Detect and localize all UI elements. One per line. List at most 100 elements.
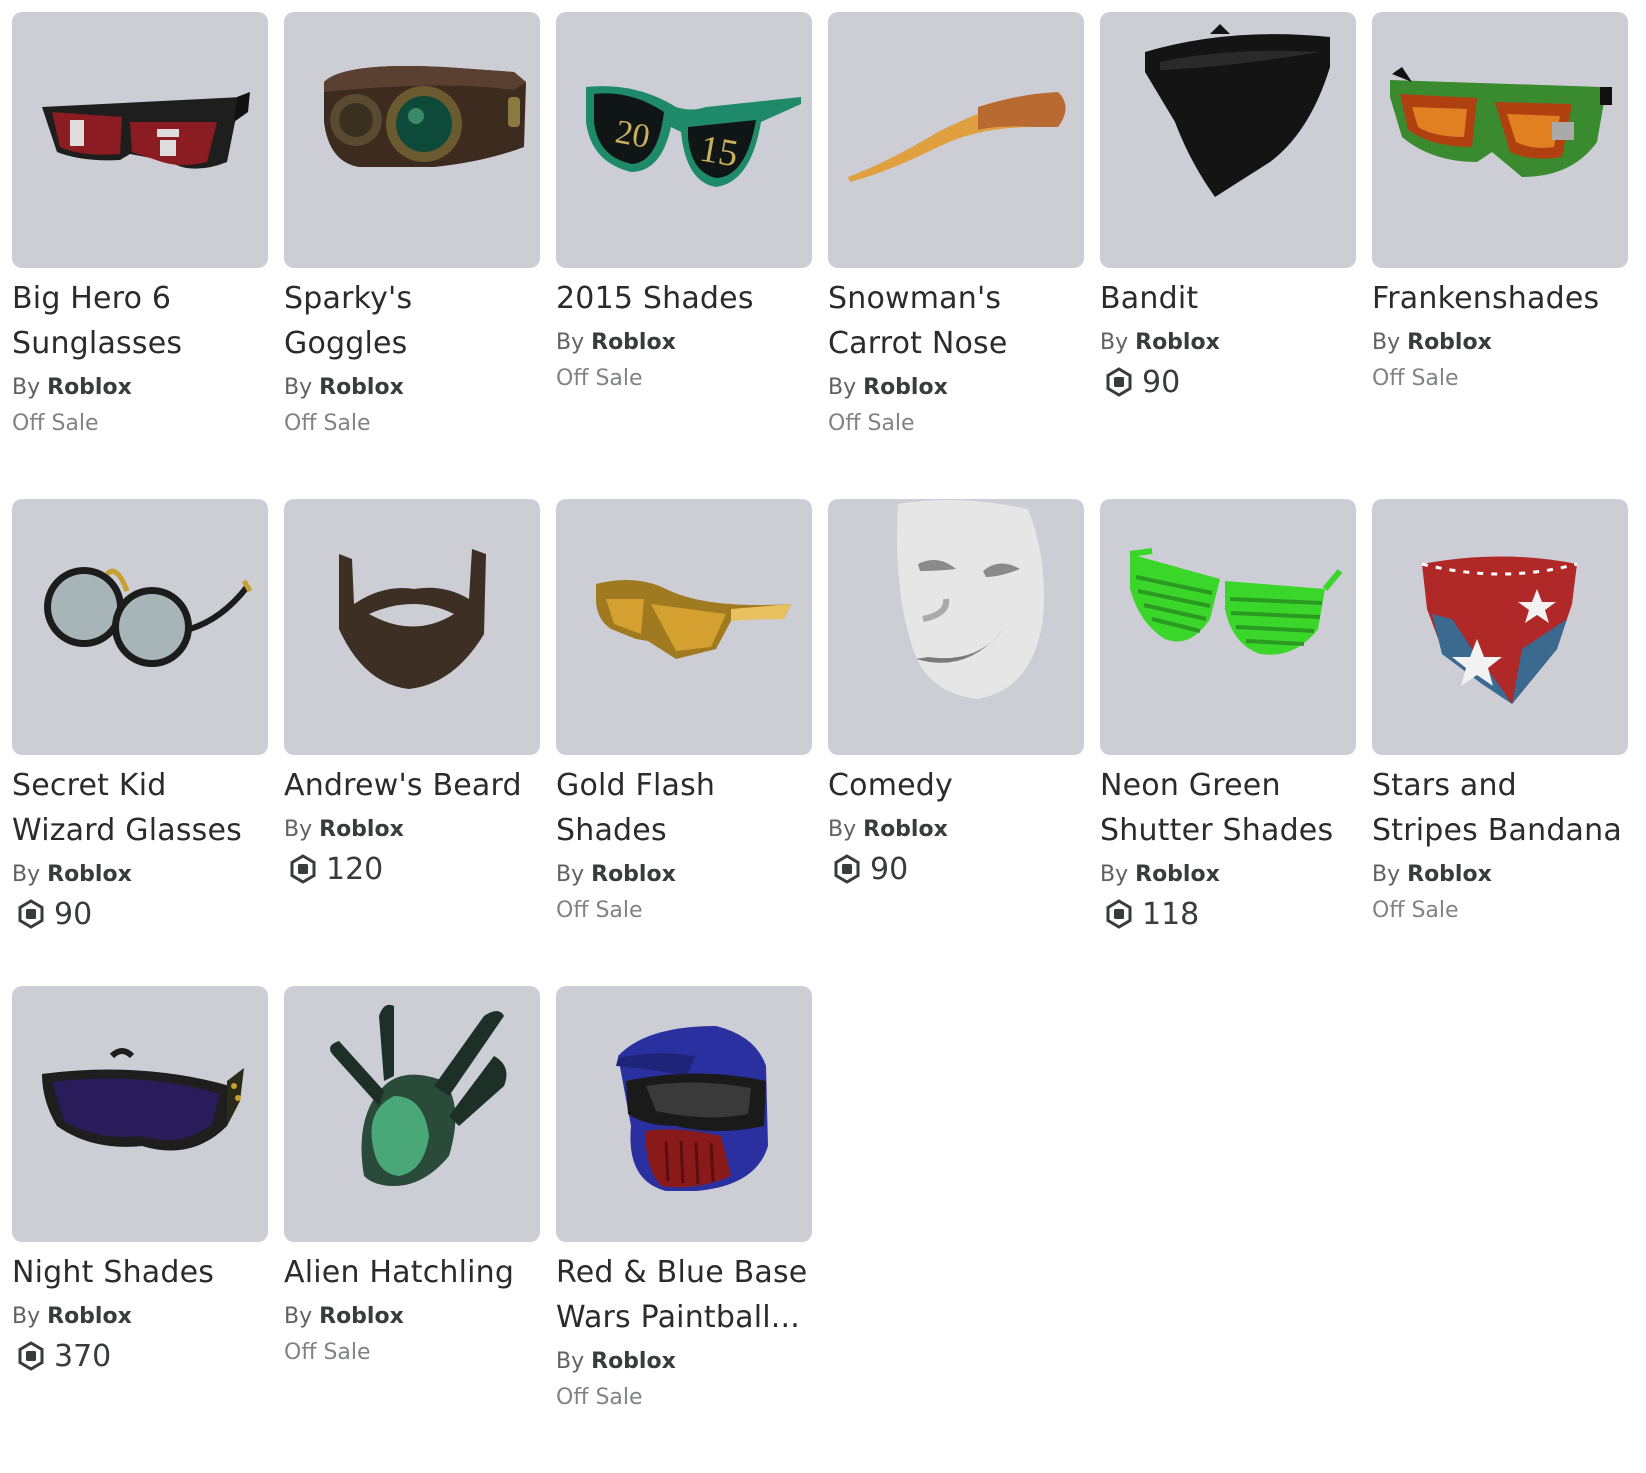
by-label: By: [1372, 862, 1401, 887]
item-name[interactable]: Sparky's Goggles: [284, 276, 540, 366]
item-creator: By Roblox: [12, 366, 268, 410]
creator-link[interactable]: Roblox: [47, 1304, 132, 1329]
item-card[interactable]: Stars and Stripes Bandana By Roblox Off …: [1372, 499, 1628, 986]
creator-link[interactable]: Roblox: [591, 862, 676, 887]
robux-icon: [18, 899, 44, 929]
item-creator: By Roblox: [1372, 853, 1628, 897]
item-card[interactable]: Andrew's Beard By Roblox 120: [284, 499, 540, 986]
item-card[interactable]: Secret Kid Wizard Glasses By Roblox 90: [12, 499, 268, 986]
creator-link[interactable]: Roblox: [1407, 862, 1492, 887]
price-value: 370: [54, 1338, 112, 1374]
creator-link[interactable]: Roblox: [591, 330, 676, 355]
item-thumbnail[interactable]: [556, 986, 812, 1242]
item-creator: By Roblox: [12, 1295, 268, 1339]
item-thumbnail[interactable]: [1100, 12, 1356, 268]
round-glasses-icon: [44, 567, 253, 667]
by-label: By: [284, 1304, 313, 1329]
item-card[interactable]: Neon Green Shutter Shades By Roblox 118: [1100, 499, 1356, 986]
creator-link[interactable]: Roblox: [863, 375, 948, 400]
item-thumbnail[interactable]: [284, 499, 540, 755]
creator-link[interactable]: Roblox: [1407, 330, 1492, 355]
big-hero-6-sunglasses-icon: [42, 92, 250, 169]
sparkys-goggles-icon: [324, 66, 526, 167]
item-name[interactable]: Snowman's Carrot Nose: [828, 276, 1084, 366]
item-card[interactable]: Red & Blue Base Wars Paintball... By Rob…: [556, 986, 812, 1473]
item-thumbnail[interactable]: [556, 499, 812, 755]
item-name[interactable]: Red & Blue Base Wars Paintball...: [556, 1250, 812, 1340]
robux-icon: [18, 1341, 44, 1371]
item-thumbnail[interactable]: [1372, 12, 1628, 268]
item-thumbnail[interactable]: [284, 12, 540, 268]
creator-link[interactable]: Roblox: [319, 375, 404, 400]
item-name[interactable]: Night Shades: [12, 1250, 268, 1295]
creator-link[interactable]: Roblox: [319, 1304, 404, 1329]
off-sale-label: Off Sale: [1372, 898, 1459, 923]
item-thumbnail[interactable]: [1372, 499, 1628, 755]
item-card[interactable]: Alien Hatchling By Roblox Off Sale: [284, 986, 540, 1473]
svg-text:20: 20: [613, 113, 653, 155]
item-price: 118: [1100, 895, 1356, 933]
item-name[interactable]: Comedy: [828, 763, 1084, 808]
off-sale-label: Off Sale: [556, 1385, 643, 1410]
robux-icon: [1106, 899, 1132, 929]
item-card[interactable]: Big Hero 6 Sunglasses By Roblox Off Sale: [12, 12, 268, 499]
item-name[interactable]: Stars and Stripes Bandana: [1372, 763, 1628, 853]
stars-bandana-icon: [1421, 556, 1578, 704]
item-creator: By Roblox: [1100, 853, 1356, 897]
item-creator: By Roblox: [284, 366, 540, 410]
creator-link[interactable]: Roblox: [47, 862, 132, 887]
item-card[interactable]: 20 15 2015 Shades By Roblox Off Sale: [556, 12, 812, 499]
creator-link[interactable]: Roblox: [1135, 862, 1220, 887]
item-thumbnail[interactable]: [284, 986, 540, 1242]
item-creator: By Roblox: [828, 808, 1084, 852]
price-value: 120: [326, 851, 384, 887]
item-name[interactable]: Gold Flash Shades: [556, 763, 812, 853]
creator-link[interactable]: Roblox: [863, 817, 948, 842]
item-name[interactable]: Neon Green Shutter Shades: [1100, 763, 1356, 853]
item-name[interactable]: Alien Hatchling: [284, 1250, 540, 1295]
price-value: 90: [1142, 364, 1181, 400]
item-name[interactable]: Secret Kid Wizard Glasses: [12, 763, 268, 853]
item-card[interactable]: Night Shades By Roblox 370: [12, 986, 268, 1473]
item-creator: By Roblox: [1372, 321, 1628, 365]
item-card[interactable]: Sparky's Goggles By Roblox Off Sale: [284, 12, 540, 499]
item-name[interactable]: Bandit: [1100, 276, 1356, 321]
paintball-helmet-icon: [616, 1026, 768, 1191]
item-thumbnail[interactable]: [12, 12, 268, 268]
creator-link[interactable]: Roblox: [1135, 330, 1220, 355]
item-name[interactable]: Frankenshades: [1372, 276, 1628, 321]
item-creator: By Roblox: [12, 853, 268, 897]
item-thumbnail[interactable]: [828, 12, 1084, 268]
creator-link[interactable]: Roblox: [591, 1349, 676, 1374]
by-label: By: [1100, 330, 1129, 355]
creator-link[interactable]: Roblox: [47, 375, 132, 400]
item-grid: Big Hero 6 Sunglasses By Roblox Off Sale…: [12, 12, 1628, 1473]
item-thumbnail[interactable]: [828, 499, 1084, 755]
item-name[interactable]: Big Hero 6 Sunglasses: [12, 276, 268, 366]
item-card[interactable]: Gold Flash Shades By Roblox Off Sale: [556, 499, 812, 986]
item-card[interactable]: Comedy By Roblox 90: [828, 499, 1084, 986]
item-thumbnail[interactable]: [12, 499, 268, 755]
night-shades-icon: [42, 1048, 244, 1151]
item-thumbnail[interactable]: [1100, 499, 1356, 755]
shutter-shades-icon: [1129, 548, 1343, 655]
by-label: By: [828, 817, 857, 842]
price-value: 90: [54, 896, 93, 932]
item-card[interactable]: Bandit By Roblox 90: [1100, 12, 1356, 499]
item-card[interactable]: Frankenshades By Roblox Off Sale: [1372, 12, 1628, 499]
creator-link[interactable]: Roblox: [319, 817, 404, 842]
off-sale-label: Off Sale: [284, 1340, 371, 1365]
2015-shades-icon: 20 15: [586, 86, 801, 187]
beard-icon: [339, 549, 486, 689]
off-sale-label: Off Sale: [284, 411, 371, 436]
robux-icon: [834, 854, 860, 884]
by-label: By: [284, 817, 313, 842]
price-value: 118: [1142, 896, 1200, 932]
item-name[interactable]: 2015 Shades: [556, 276, 812, 321]
item-card[interactable]: Snowman's Carrot Nose By Roblox Off Sale: [828, 12, 1084, 499]
alien-hatchling-icon: [330, 1004, 507, 1186]
item-thumbnail[interactable]: [12, 986, 268, 1242]
item-name[interactable]: Andrew's Beard: [284, 763, 540, 808]
item-thumbnail[interactable]: 20 15: [556, 12, 812, 268]
off-sale-label: Off Sale: [556, 898, 643, 923]
